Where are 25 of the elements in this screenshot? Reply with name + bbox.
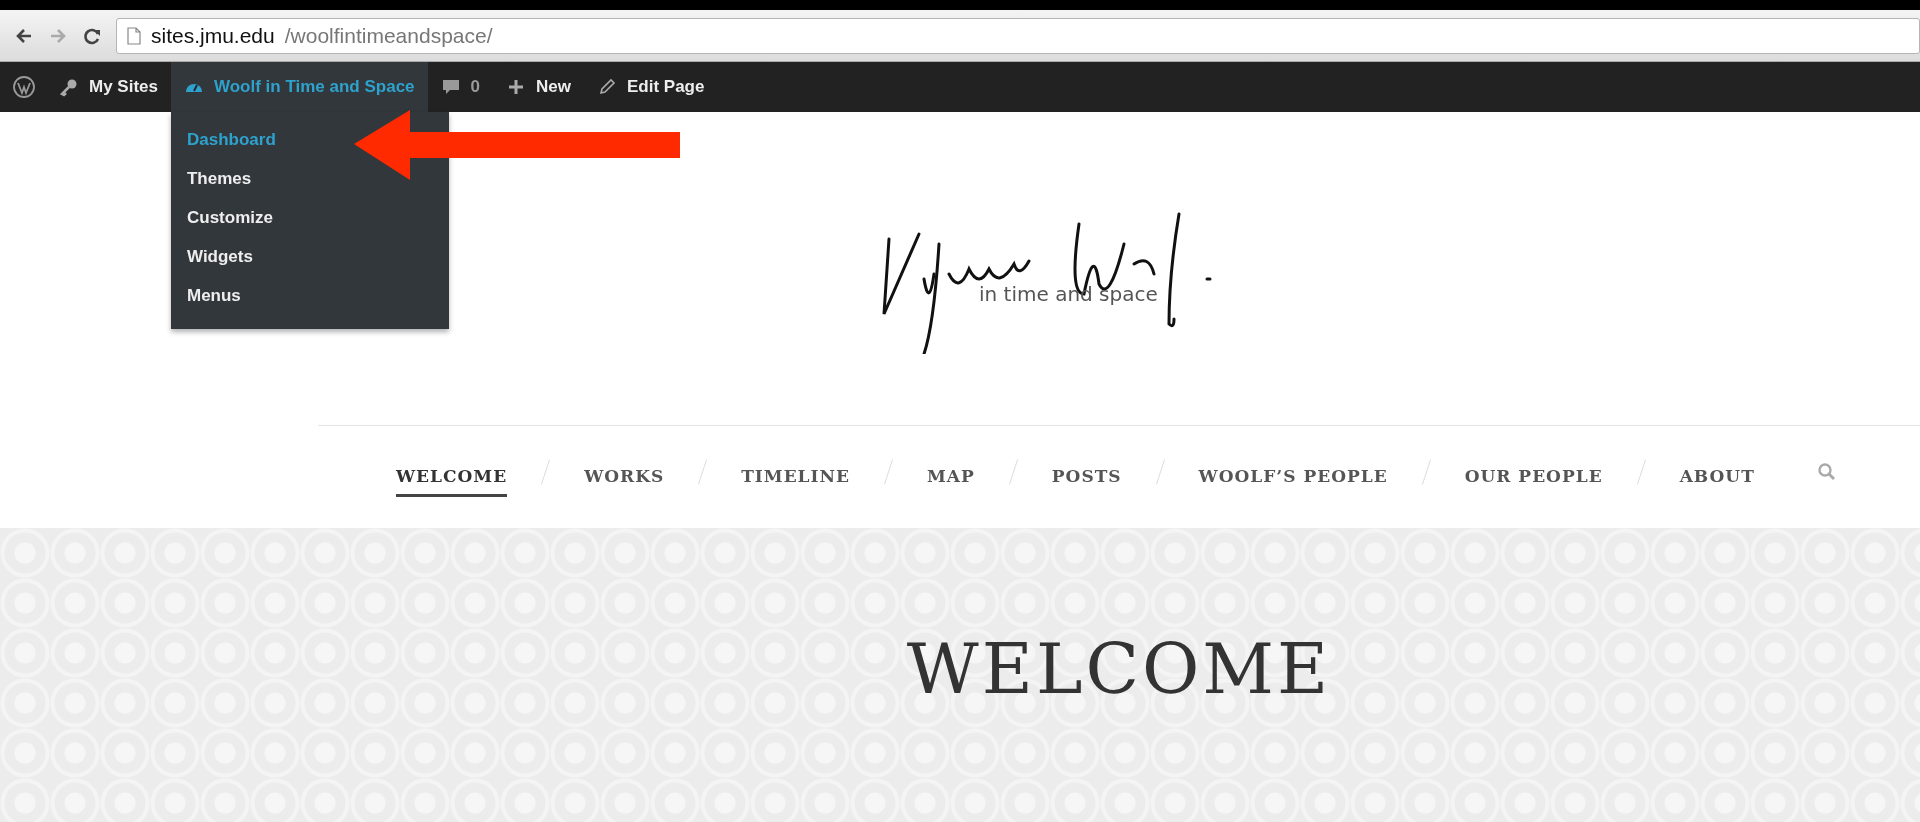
comment-bubble-icon [440, 77, 461, 97]
menu-item[interactable]: Themes [171, 159, 268, 198]
nav-link[interactable]: WELCOME [396, 457, 508, 497]
wordpress-logo-icon[interactable] [12, 75, 36, 99]
nav-link[interactable]: OUR PEOPLE [1464, 457, 1603, 497]
nav-link[interactable]: WORKS [584, 457, 665, 497]
admin-bar-item[interactable]: 0 [427, 62, 494, 112]
menu-item[interactable]: Menus [171, 276, 257, 315]
address-bar[interactable]: sites.jmu.edu /woolfintimeandspace/ [116, 17, 1920, 54]
nav-link[interactable]: TIMELINE [741, 457, 850, 497]
menu-item[interactable]: Customize [171, 198, 289, 237]
page-icon [127, 26, 141, 45]
page-title: WELCOME [906, 628, 1332, 712]
menu-item[interactable]: Widgets [171, 237, 269, 276]
tagline: in time and space [979, 282, 1158, 306]
admin-bar-item[interactable]: New [493, 62, 584, 112]
nav-link[interactable]: ABOUT [1679, 457, 1755, 497]
nav-link[interactable]: WOOLF’S PEOPLE [1198, 457, 1388, 497]
menu-item[interactable]: Dashboard [171, 120, 292, 159]
nav-link[interactable]: MAP [927, 457, 975, 497]
pencil-icon [597, 77, 617, 97]
admin-bar-item[interactable]: Edit Page [584, 62, 718, 112]
key-icon [59, 77, 79, 97]
admin-bar-item[interactable]: My Sites [46, 62, 171, 112]
nav-link[interactable]: POSTS [1051, 457, 1122, 497]
